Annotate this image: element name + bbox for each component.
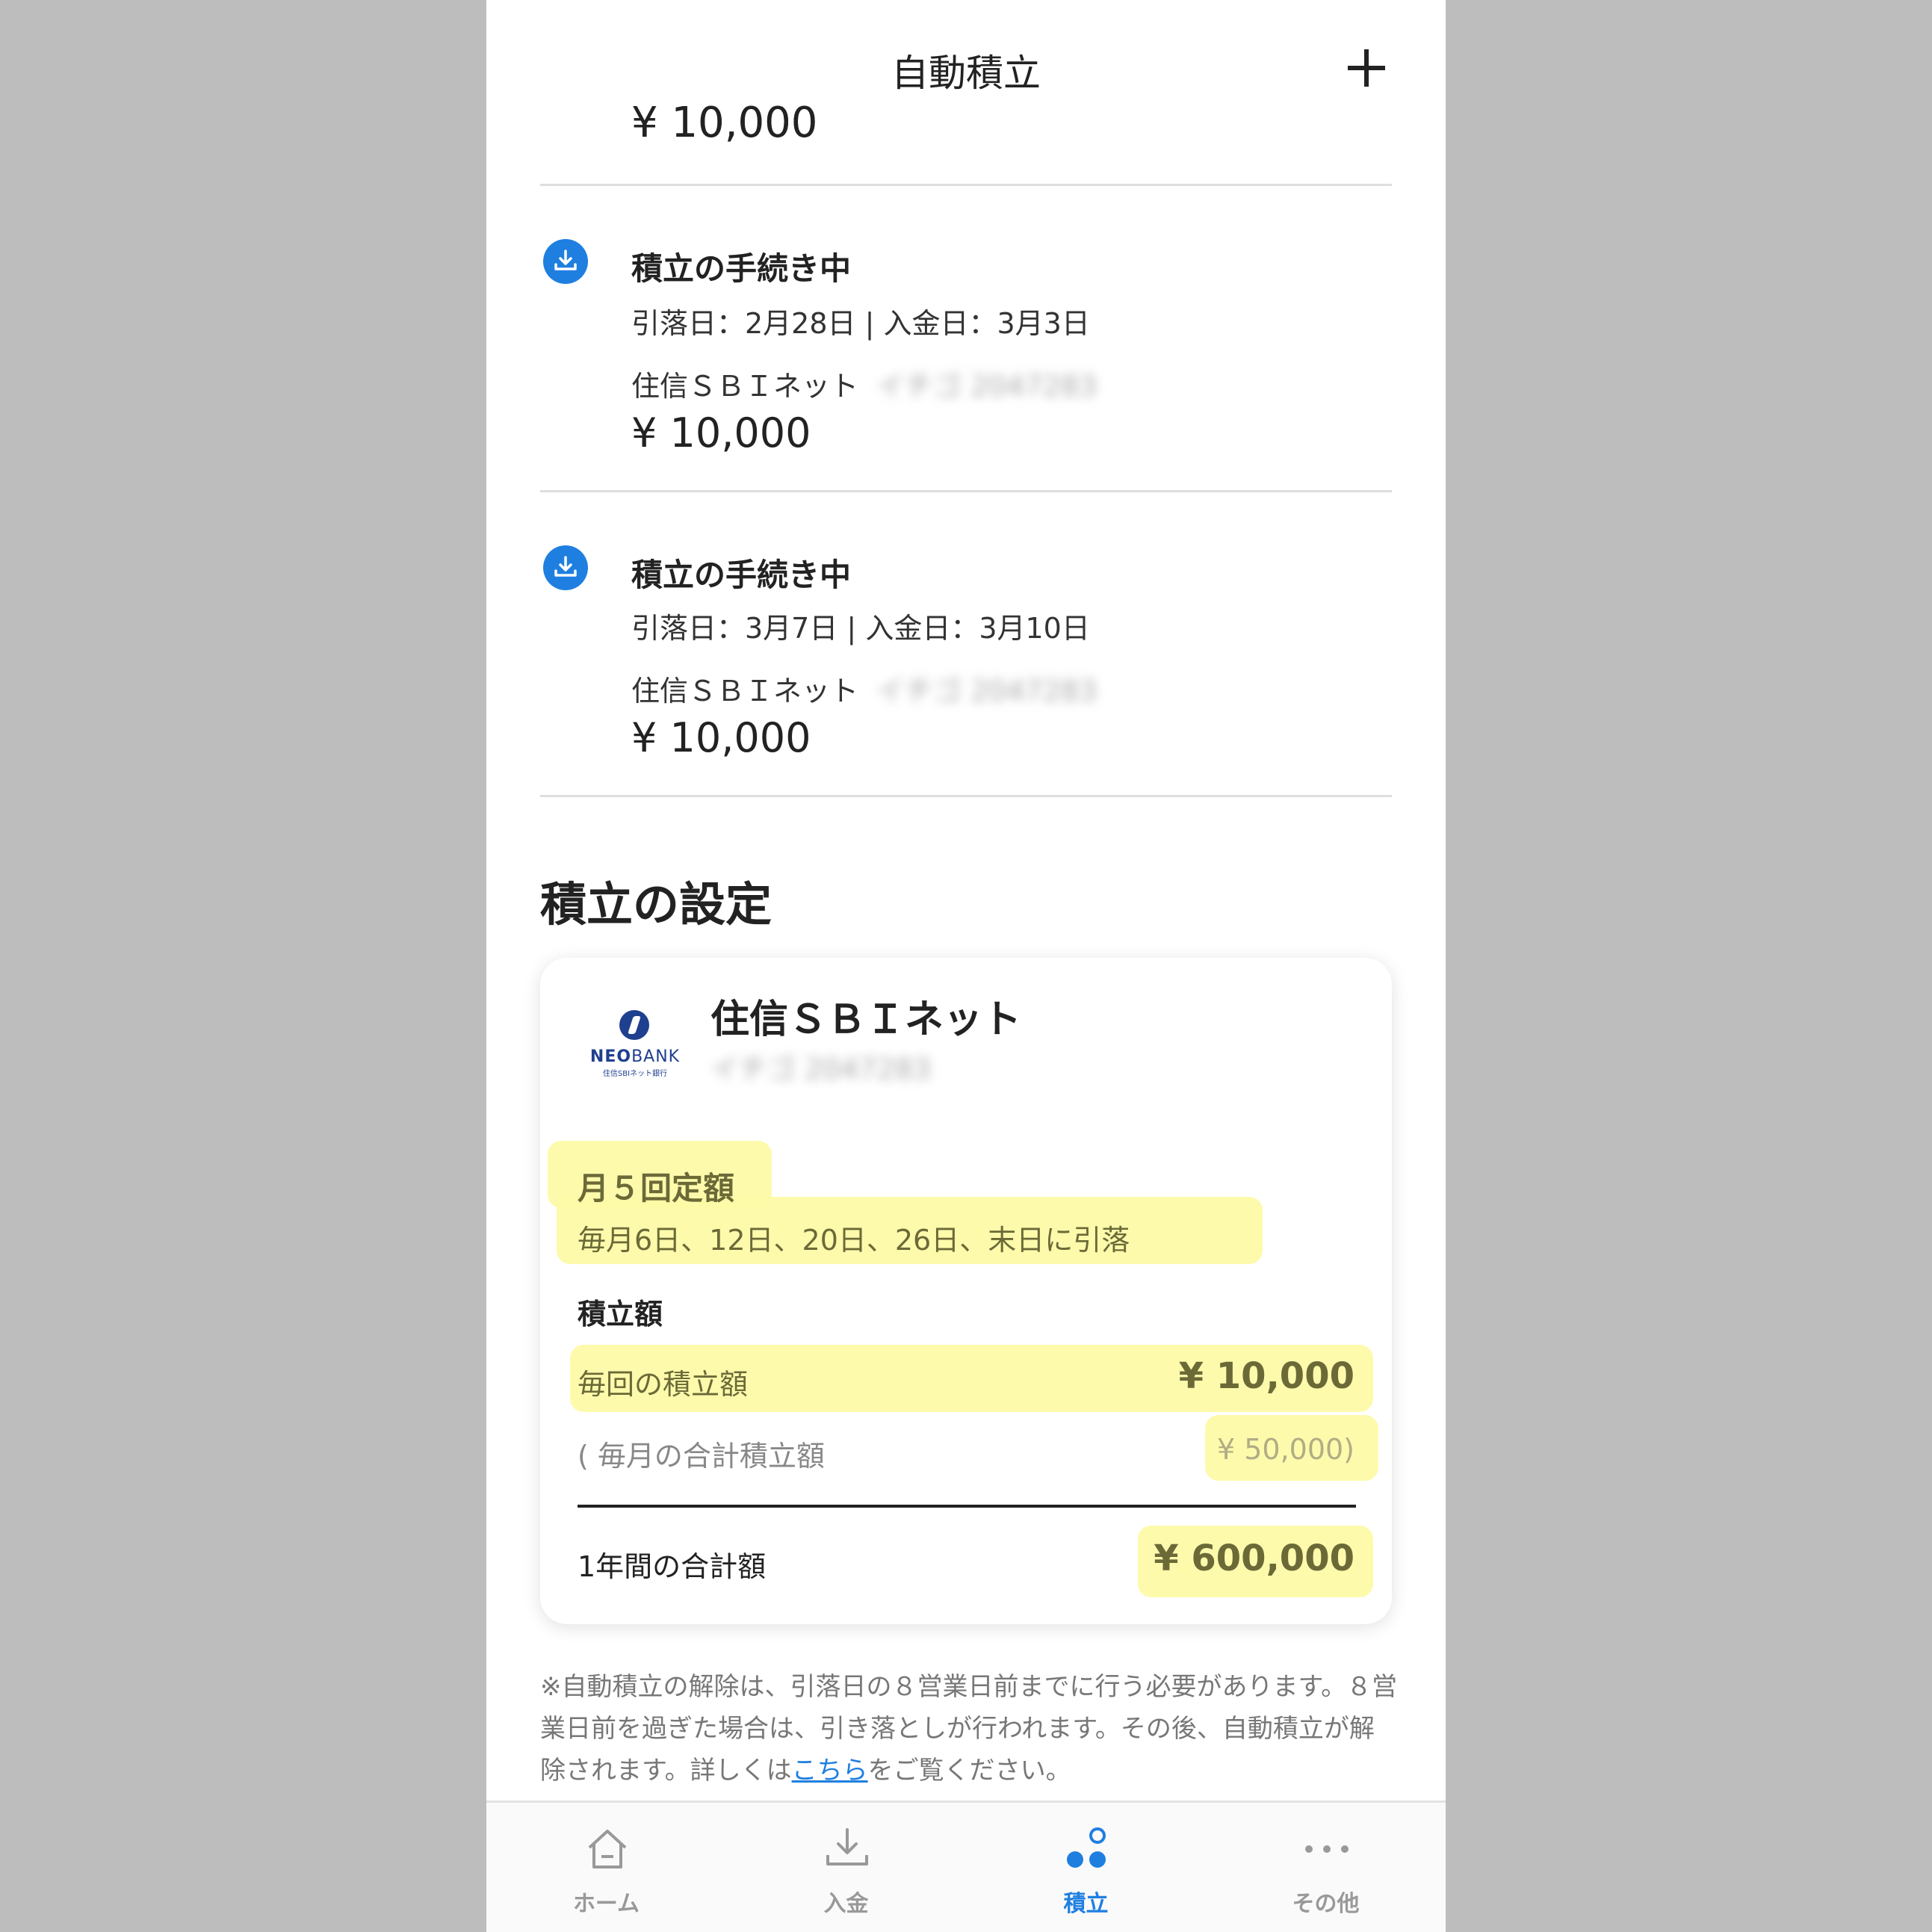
- bank-logo-mark-icon: [619, 1010, 649, 1040]
- amount-label: 積立額: [578, 1298, 663, 1331]
- transfer-bank-name: 住信ＳＢＩネット: [631, 675, 859, 708]
- tab-deposit-label: 入金: [823, 1891, 869, 1917]
- monthly-total-value: ¥ 50,000): [1216, 1433, 1354, 1466]
- partial-amount-overlay-text: ¥ 10,000: [631, 99, 818, 145]
- tab-savings-label: 積立: [1063, 1891, 1109, 1917]
- home-icon: [583, 1825, 631, 1873]
- plan-description: 毎月6日、12日、20日、26日、末日に引落: [578, 1224, 1130, 1257]
- header: 自動積立: [486, 0, 1446, 134]
- transfer-account-masked: イチゴ 2047283: [876, 370, 1097, 403]
- transfer-dates: 引落日：2月28日 | 入金日：3月3日: [631, 307, 1090, 340]
- transfer-status: 積立の手続き中: [631, 557, 852, 593]
- details-link[interactable]: こちら: [792, 1756, 868, 1786]
- per-time-value: ¥ 10,000: [1178, 1355, 1354, 1397]
- transfer-amount: ¥ 10,000: [631, 714, 811, 761]
- plan-title: 月５回定額: [578, 1170, 735, 1207]
- yearly-total-value: ¥ 600,000: [1154, 1538, 1354, 1579]
- savings-dots-icon: [1063, 1825, 1111, 1873]
- transfer-account-masked: イチゴ 2047283: [876, 675, 1097, 708]
- divider: [540, 490, 1392, 492]
- transfer-dates: 引落日：3月7日 | 入金日：3月10日: [631, 612, 1090, 645]
- tab-home-label: ホーム: [572, 1891, 640, 1917]
- transfer-bank: 住信ＳＢＩネット イチゴ 2047283: [631, 363, 1097, 404]
- settings-card[interactable]: NEOBANK 住信SBIネット銀行 住信ＳＢＩネット イチゴ 2047283 …: [540, 958, 1392, 1624]
- divider: [540, 184, 1392, 186]
- section-title: 積立の設定: [540, 877, 773, 932]
- bank-logo-text: NEOBANK: [589, 1047, 681, 1066]
- download-icon: [543, 545, 588, 590]
- tab-more-label: その他: [1292, 1891, 1360, 1917]
- add-icon[interactable]: [1348, 49, 1385, 87]
- divider: [540, 795, 1392, 797]
- transfer-status: 積立の手続き中: [631, 250, 852, 287]
- yearly-total-label: 1年間の合計額: [578, 1550, 767, 1583]
- tab-more[interactable]: その他: [1206, 1803, 1446, 1932]
- bank-logo-subtext: 住信SBIネット銀行: [602, 1070, 668, 1078]
- cancel-note: ※自動積立の解除は、引落日の８営業日前までに行う必要があります。８営業日前を過ぎ…: [540, 1672, 1398, 1786]
- more-dots-icon: [1303, 1825, 1351, 1873]
- bank-logo: NEOBANK 住信SBIネット銀行: [586, 1010, 684, 1078]
- per-time-label: 毎回の積立額: [578, 1368, 749, 1401]
- download-icon: [543, 239, 588, 284]
- card-account-masked: イチゴ 2047283: [710, 1053, 932, 1086]
- card-bank-name: 住信ＳＢＩネット: [710, 997, 1022, 1042]
- tab-deposit[interactable]: 入金: [726, 1803, 966, 1932]
- transfer-bank-name: 住信ＳＢＩネット: [631, 370, 859, 403]
- deposit-icon: [823, 1825, 871, 1873]
- transfer-bank: 住信ＳＢＩネット イチゴ 2047283: [631, 668, 1097, 709]
- tab-home[interactable]: ホーム: [486, 1803, 726, 1932]
- monthly-total-label: ( 毎月の合計積立額: [578, 1440, 825, 1473]
- transfer-amount: ¥ 10,000: [631, 409, 811, 456]
- tab-savings[interactable]: 積立: [966, 1803, 1206, 1932]
- tab-bar: ホーム 入金 積立 その他: [486, 1801, 1446, 1932]
- phone-screen: ¥ 10,000 自動積立 ¥ 10,000 積立の手続き中 引落日：2月28日…: [486, 0, 1446, 1932]
- page-title: 自動積立: [891, 52, 1041, 95]
- total-separator: [578, 1505, 1356, 1508]
- partial-amount-overlay: ¥ 10,000: [631, 88, 930, 145]
